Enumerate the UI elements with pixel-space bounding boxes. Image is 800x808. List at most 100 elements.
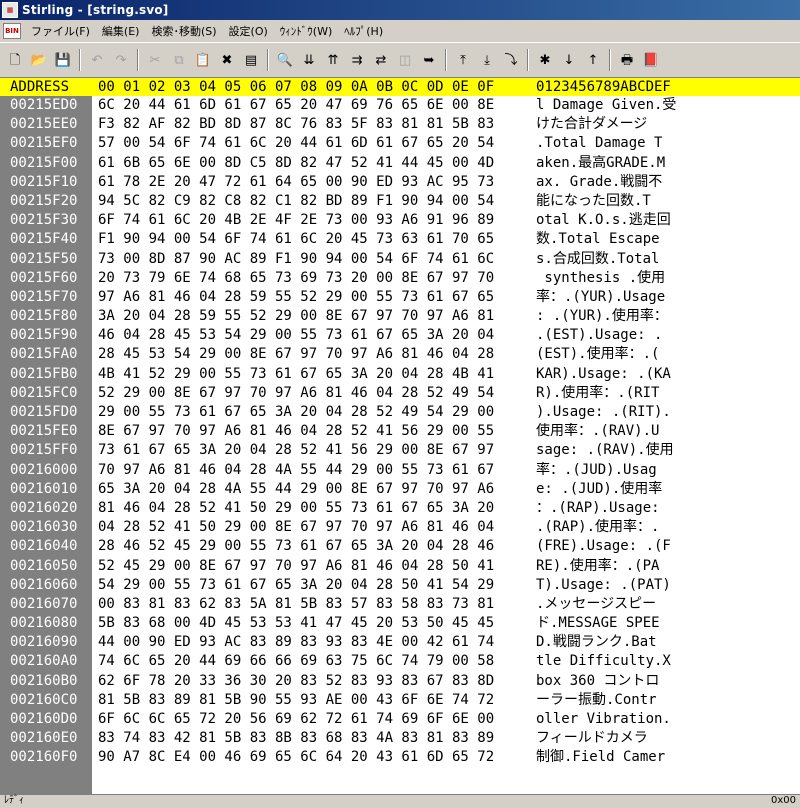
goto-icon[interactable]: ➥ — [418, 49, 440, 71]
row-address[interactable]: 00216070 — [10, 595, 77, 613]
row-text[interactable]: l Damage Given.受 — [536, 96, 676, 114]
row-bytes[interactable]: 4B 41 52 29 00 55 73 61 67 65 3A 20 04 2… — [98, 365, 494, 383]
hex-row[interactable]: 00215FD0 29 00 55 73 61 67 65 3A 20 04 28… — [0, 403, 800, 422]
row-address[interactable]: 00216040 — [10, 537, 77, 555]
hex-row[interactable]: 00215F10 61 78 2E 20 47 72 61 64 65 00 90… — [0, 173, 800, 192]
row-address[interactable]: 00215F60 — [10, 269, 77, 287]
hex-row[interactable]: 00216090 44 00 90 ED 93 AC 83 89 83 93 83… — [0, 633, 800, 652]
row-bytes[interactable]: 20 73 79 6E 74 68 65 73 69 73 20 00 8E 6… — [98, 269, 494, 287]
row-bytes[interactable]: 6F 6C 6C 65 72 20 56 69 62 72 61 74 69 6… — [98, 710, 494, 728]
row-address[interactable]: 00215FC0 — [10, 384, 77, 402]
hex-row[interactable]: 00215F20 94 5C 82 C9 82 C8 82 C1 82 BD 89… — [0, 192, 800, 211]
row-text[interactable]: ーラー振動.Contr — [536, 691, 657, 709]
copy-icon[interactable]: ⧉ — [168, 49, 190, 71]
row-bytes[interactable]: F1 90 94 00 54 6F 74 61 6C 20 45 73 63 6… — [98, 230, 494, 248]
row-address[interactable]: 00215F70 — [10, 288, 77, 306]
hex-row[interactable]: 00215F70 97 A6 81 46 04 28 59 55 52 29 00… — [0, 288, 800, 307]
row-text[interactable]: : .(YUR).使用率： — [536, 307, 668, 325]
row-address[interactable]: 00215ED0 — [10, 96, 77, 114]
hex-row[interactable]: 00215FC0 52 29 00 8E 67 97 70 97 A6 81 46… — [0, 384, 800, 403]
hex-row[interactable]: 00216010 65 3A 20 04 28 4A 55 44 29 00 8E… — [0, 480, 800, 499]
row-text[interactable]: KAR).Usage: .(KA — [536, 365, 671, 383]
redo-icon[interactable]: ↷ — [110, 49, 132, 71]
row-bytes[interactable]: 5B 83 68 00 4D 45 53 53 41 47 45 20 53 5… — [98, 614, 494, 632]
find-next-icon[interactable]: ⇉ — [346, 49, 368, 71]
row-bytes[interactable]: 62 6F 78 20 33 36 30 20 83 52 83 93 83 6… — [98, 672, 494, 690]
row-text[interactable]: 能になった回数.T — [536, 192, 651, 210]
row-text[interactable]: けた合計ダメージ — [536, 115, 647, 133]
hex-row[interactable]: 00215F50 73 00 8D 87 90 AC 89 F1 90 94 00… — [0, 250, 800, 269]
row-text[interactable]: 率：.(YUR).Usage — [536, 288, 665, 306]
row-bytes[interactable]: 94 5C 82 C9 82 C8 82 C1 82 BD 89 F1 90 9… — [98, 192, 494, 210]
row-text[interactable]: ：.(RAP).Usage: — [536, 499, 660, 517]
hex-row[interactable]: 00215F90 46 04 28 45 53 54 29 00 55 73 61… — [0, 326, 800, 345]
row-address[interactable]: 00215F40 — [10, 230, 77, 248]
row-address[interactable]: 00215FF0 — [10, 441, 77, 459]
hex-row[interactable]: 00216000 70 97 A6 81 46 04 28 4A 55 44 29… — [0, 461, 800, 480]
jump-bottom-icon[interactable]: ⤓ — [476, 49, 498, 71]
row-bytes[interactable]: F3 82 AF 82 BD 8D 87 8C 76 83 5F 83 81 8… — [98, 115, 494, 133]
row-text[interactable]: (EST).使用率：.( — [536, 345, 659, 363]
row-address[interactable]: 00215EE0 — [10, 115, 77, 133]
hex-row[interactable]: 00215FF0 73 61 67 65 3A 20 04 28 52 41 56… — [0, 441, 800, 460]
find-prev-icon[interactable]: ⇈ — [322, 49, 344, 71]
row-address[interactable]: 002160E0 — [10, 729, 77, 747]
hex-row[interactable]: 00215EE0 F3 82 AF 82 BD 8D 87 8C 76 83 5F… — [0, 115, 800, 134]
row-text[interactable]: 率：.(JUD).Usag — [536, 461, 657, 479]
row-bytes[interactable]: 04 28 52 41 50 29 00 8E 67 97 70 97 A6 8… — [98, 518, 494, 536]
row-text[interactable]: 使用率：.(RAV).U — [536, 422, 659, 440]
row-text[interactable]: tle Difficulty.X — [536, 652, 671, 670]
hex-row[interactable]: 002160A0 74 6C 65 20 44 69 66 66 69 63 75… — [0, 652, 800, 671]
row-bytes[interactable]: 44 00 90 ED 93 AC 83 89 83 93 83 4E 00 4… — [98, 633, 494, 651]
row-bytes[interactable]: 6F 74 61 6C 20 4B 2E 4F 2E 73 00 93 A6 9… — [98, 211, 494, 229]
row-bytes[interactable]: 90 A7 8C E4 00 46 69 65 6C 64 20 43 61 6… — [98, 748, 494, 766]
row-bytes[interactable]: 6C 20 44 61 6D 61 67 65 20 47 69 76 65 6… — [98, 96, 494, 114]
insert-icon[interactable]: ▤ — [240, 49, 262, 71]
row-address[interactable]: 00215FD0 — [10, 403, 77, 421]
row-address[interactable]: 00215F20 — [10, 192, 77, 210]
row-text[interactable]: ax. Grade.戦闘不 — [536, 173, 662, 191]
hex-row[interactable]: 00215F30 6F 74 61 6C 20 4B 2E 4F 2E 73 00… — [0, 211, 800, 230]
hex-row[interactable]: 00216080 5B 83 68 00 4D 45 53 53 41 47 45… — [0, 614, 800, 633]
hex-row[interactable]: 00215FB0 4B 41 52 29 00 55 73 61 67 65 3A… — [0, 365, 800, 384]
hex-row[interactable]: 00215ED0 6C 20 44 61 6D 61 67 65 20 47 69… — [0, 96, 800, 115]
row-bytes[interactable]: 54 29 00 55 73 61 67 65 3A 20 04 28 50 4… — [98, 576, 494, 594]
row-text[interactable]: synthesis .使用 — [536, 269, 665, 287]
row-text[interactable]: (FRE).Usage: .(F — [536, 537, 671, 555]
row-bytes[interactable]: 00 83 81 83 62 83 5A 81 5B 83 57 83 58 8… — [98, 595, 494, 613]
row-bytes[interactable]: 70 97 A6 81 46 04 28 4A 55 44 29 00 55 7… — [98, 461, 494, 479]
row-text[interactable]: aken.最高GRADE.M — [536, 154, 665, 172]
row-address[interactable]: 00215F00 — [10, 154, 77, 172]
row-address[interactable]: 00215FA0 — [10, 345, 77, 363]
hex-row[interactable]: 00216070 00 83 81 83 62 83 5A 81 5B 83 57… — [0, 595, 800, 614]
open-folder-icon[interactable]: 📂 — [28, 49, 50, 71]
row-bytes[interactable]: 81 5B 83 89 81 5B 90 55 93 AE 00 43 6F 6… — [98, 691, 494, 709]
row-text[interactable]: ).Usage: .(RIT). — [536, 403, 671, 421]
hex-row[interactable]: 00215FA0 28 45 53 54 29 00 8E 67 97 70 97… — [0, 345, 800, 364]
row-address[interactable]: 00216090 — [10, 633, 77, 651]
jump-address-icon[interactable]: ⤵ — [500, 49, 522, 71]
row-address[interactable]: 00216050 — [10, 557, 77, 575]
row-text[interactable]: T).Usage: .(PAT) — [536, 576, 671, 594]
row-bytes[interactable]: 28 46 52 45 29 00 55 73 61 67 65 3A 20 0… — [98, 537, 494, 555]
row-bytes[interactable]: 52 29 00 8E 67 97 70 97 A6 81 46 04 28 5… — [98, 384, 494, 402]
menu-item-5[interactable]: ﾍﾙﾌﾟ(H) — [338, 23, 389, 39]
row-address[interactable]: 002160B0 — [10, 672, 77, 690]
replace-icon[interactable]: ⇄ — [370, 49, 392, 71]
hex-row[interactable]: 00215F60 20 73 79 6E 74 68 65 73 69 73 20… — [0, 269, 800, 288]
menu-item-3[interactable]: 設定(O) — [223, 23, 274, 39]
undo-icon[interactable]: ↶ — [86, 49, 108, 71]
new-file-icon[interactable]: 🗋 — [4, 49, 26, 71]
jump-top-icon[interactable]: ⤒ — [452, 49, 474, 71]
row-bytes[interactable]: 83 74 83 42 81 5B 83 8B 83 68 83 4A 83 8… — [98, 729, 494, 747]
compare-icon[interactable]: ◫ — [394, 49, 416, 71]
row-bytes[interactable]: 28 45 53 54 29 00 8E 67 97 70 97 A6 81 4… — [98, 345, 494, 363]
hex-row[interactable]: 002160E0 83 74 83 42 81 5B 83 8B 83 68 83… — [0, 729, 800, 748]
row-bytes[interactable]: 3A 20 04 28 59 55 52 29 00 8E 67 97 70 9… — [98, 307, 494, 325]
help-book-icon[interactable]: 📕 — [640, 49, 662, 71]
row-text[interactable]: s.合成回数.Total — [536, 250, 659, 268]
hex-row[interactable]: 00216030 04 28 52 41 50 29 00 8E 67 97 70… — [0, 518, 800, 537]
row-text[interactable]: 数.Total Escape — [536, 230, 660, 248]
row-address[interactable]: 00216030 — [10, 518, 77, 536]
row-bytes[interactable]: 73 61 67 65 3A 20 04 28 52 41 56 29 00 8… — [98, 441, 494, 459]
